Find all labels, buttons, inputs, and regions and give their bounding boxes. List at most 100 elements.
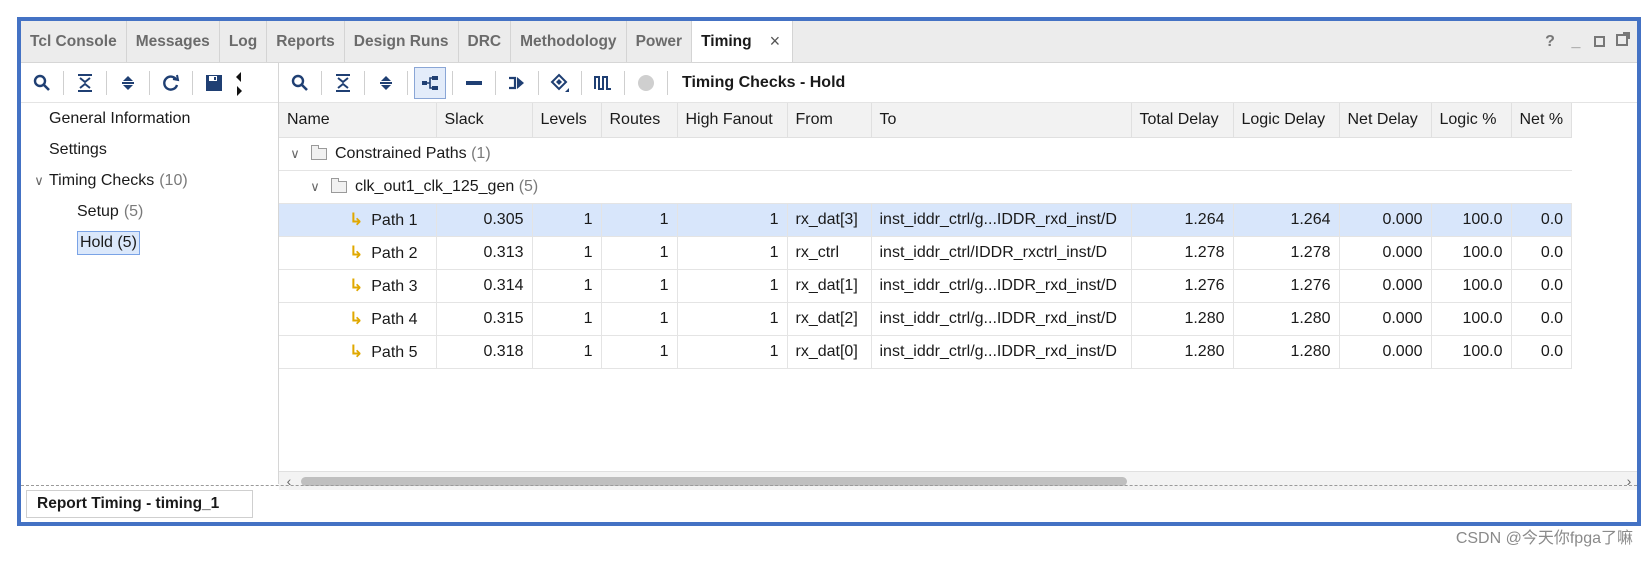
tab-methodology[interactable]: Methodology xyxy=(511,21,627,62)
device-view-icon[interactable] xyxy=(545,68,575,98)
tree-item-label: Setup xyxy=(77,202,119,220)
scroll-right-icon[interactable]: › xyxy=(1621,472,1637,490)
cell-net-delay: 0.000 xyxy=(1339,203,1432,237)
column-header[interactable]: Slack xyxy=(436,103,533,138)
maximize-icon[interactable] xyxy=(1594,36,1605,47)
path-name: Path 4 xyxy=(371,311,418,328)
expand-all-icon[interactable] xyxy=(371,68,401,98)
column-header[interactable]: To xyxy=(871,103,1132,138)
cell-logic-pct: 100.0 xyxy=(1431,203,1512,237)
column-header[interactable]: From xyxy=(787,103,872,138)
cell-levels: 1 xyxy=(532,269,602,303)
cell-levels: 1 xyxy=(532,236,602,270)
toolbar-separator xyxy=(63,70,64,95)
collapse-all-icon[interactable] xyxy=(70,68,100,98)
tab-log[interactable]: Log xyxy=(220,21,268,62)
cell-to: inst_iddr_ctrl/g...IDDR_rxd_inst/D xyxy=(871,335,1132,369)
cell-net-pct: 0.0 xyxy=(1511,203,1573,237)
cell-high-fanout: 1 xyxy=(677,302,788,336)
cell-to: inst_iddr_ctrl/g...IDDR_rxd_inst/D xyxy=(871,203,1132,237)
cell-logic-delay: 1.276 xyxy=(1233,269,1340,303)
tab-tcl-console[interactable]: Tcl Console xyxy=(21,21,127,62)
refresh-icon[interactable] xyxy=(156,68,186,98)
cell-high-fanout: 1 xyxy=(677,203,788,237)
status-circle-icon[interactable] xyxy=(631,68,661,98)
panel-resize-handle-icon[interactable] xyxy=(229,68,249,98)
minus-icon[interactable] xyxy=(459,68,489,98)
close-icon[interactable]: × xyxy=(770,31,781,52)
timing-path-icon: ↳ xyxy=(349,210,364,229)
cell-routes: 1 xyxy=(601,335,678,369)
tab-power[interactable]: Power xyxy=(627,21,693,62)
column-header[interactable]: Name xyxy=(279,103,437,138)
toolbar-separator xyxy=(452,70,453,95)
tree-item-settings[interactable]: Settings xyxy=(21,134,278,165)
column-header[interactable]: Levels xyxy=(532,103,602,138)
save-icon[interactable] xyxy=(199,68,229,98)
schematic-icon[interactable] xyxy=(502,68,532,98)
tab-report-timing[interactable]: Report Timing - timing_1 xyxy=(26,490,253,518)
search-icon[interactable] xyxy=(285,68,315,98)
column-header[interactable]: High Fanout xyxy=(677,103,788,138)
table-row[interactable]: ↳ Path 3 0.314 1 1 1 rx_dat[1] inst_iddr_… xyxy=(279,269,1573,303)
cell-total-delay: 1.278 xyxy=(1131,236,1234,270)
float-icon[interactable] xyxy=(1615,32,1631,51)
help-icon[interactable]: ? xyxy=(1542,33,1558,51)
search-icon[interactable] xyxy=(27,68,57,98)
table-row[interactable]: ↳ Path 1 0.305 1 1 1 rx_dat[3] inst_iddr_… xyxy=(279,203,1573,237)
cell-high-fanout: 1 xyxy=(677,236,788,270)
group-count: (1) xyxy=(471,145,491,162)
group-row-constrained-paths[interactable]: ∨ Constrained Paths (1) xyxy=(279,137,1572,171)
timing-path-icon: ↳ xyxy=(349,342,364,361)
table-row[interactable]: ↳ Path 4 0.315 1 1 1 rx_dat[2] inst_iddr_… xyxy=(279,302,1573,336)
cell-net-pct: 0.0 xyxy=(1511,269,1573,303)
collapse-all-icon[interactable] xyxy=(328,68,358,98)
tab-messages[interactable]: Messages xyxy=(127,21,220,62)
group-label: clk_out1_clk_125_gen xyxy=(355,178,515,195)
tab-timing[interactable]: Timing × xyxy=(692,21,794,62)
cell-net-pct: 0.0 xyxy=(1511,236,1573,270)
expand-all-icon[interactable] xyxy=(113,68,143,98)
toolbar-separator xyxy=(106,70,107,95)
column-header[interactable]: Logic Delay xyxy=(1233,103,1340,138)
waveform-icon[interactable] xyxy=(588,68,618,98)
toolbar-separator xyxy=(364,70,365,95)
cell-from: rx_dat[1] xyxy=(787,269,872,303)
chevron-down-icon[interactable]: ∨ xyxy=(31,173,47,189)
minimize-icon[interactable]: _ xyxy=(1568,33,1584,51)
tree-item-hold[interactable]: Hold (5) xyxy=(21,227,278,258)
tab-bar: Tcl Console Messages Log Reports Design … xyxy=(21,21,1637,63)
cell-logic-delay: 1.280 xyxy=(1233,302,1340,336)
hierarchy-toggle-icon[interactable] xyxy=(414,66,446,99)
column-header[interactable]: Logic % xyxy=(1431,103,1512,138)
watermark: CSDN @今天你fpga了嘛 xyxy=(1455,530,1633,547)
table-row[interactable]: ↳ Path 5 0.318 1 1 1 rx_dat[0] inst_iddr_… xyxy=(279,335,1573,369)
tab-drc[interactable]: DRC xyxy=(459,21,512,62)
group-label: Constrained Paths xyxy=(335,145,467,162)
tree-item-general-information[interactable]: General Information xyxy=(21,103,278,134)
timing-path-icon: ↳ xyxy=(349,276,364,295)
chevron-down-icon[interactable]: ∨ xyxy=(307,179,323,195)
toolbar-separator xyxy=(192,70,193,95)
toolbar-separator xyxy=(624,70,625,95)
tab-design-runs[interactable]: Design Runs xyxy=(345,21,459,62)
left-panel: General Information Settings ∨ Timing Ch… xyxy=(21,63,279,484)
column-header[interactable]: Net Delay xyxy=(1339,103,1432,138)
cell-to: inst_iddr_ctrl/g...IDDR_rxd_inst/D xyxy=(871,269,1132,303)
cell-levels: 1 xyxy=(532,203,602,237)
chevron-down-icon[interactable]: ∨ xyxy=(287,146,303,162)
column-header[interactable]: Total Delay xyxy=(1131,103,1234,138)
column-header[interactable]: Net % xyxy=(1511,103,1573,138)
cell-slack: 0.315 xyxy=(436,302,533,336)
tree-item-timing-checks[interactable]: ∨ Timing Checks (10) xyxy=(21,165,278,196)
tree-item-setup[interactable]: Setup (5) xyxy=(21,196,278,227)
group-row-clock[interactable]: ∨ clk_out1_clk_125_gen (5) xyxy=(279,170,1572,204)
horizontal-scrollbar[interactable]: ‹ › xyxy=(279,471,1637,490)
toolbar-separator xyxy=(321,70,322,95)
table-row[interactable]: ↳ Path 2 0.313 1 1 1 rx_ctrl inst_iddr_ct… xyxy=(279,236,1573,270)
tab-label: Timing xyxy=(701,32,752,50)
cell-to: inst_iddr_ctrl/g...IDDR_rxd_inst/D xyxy=(871,302,1132,336)
tab-reports[interactable]: Reports xyxy=(267,21,345,62)
scroll-left-icon[interactable]: ‹ xyxy=(281,472,297,490)
column-header[interactable]: Routes xyxy=(601,103,678,138)
